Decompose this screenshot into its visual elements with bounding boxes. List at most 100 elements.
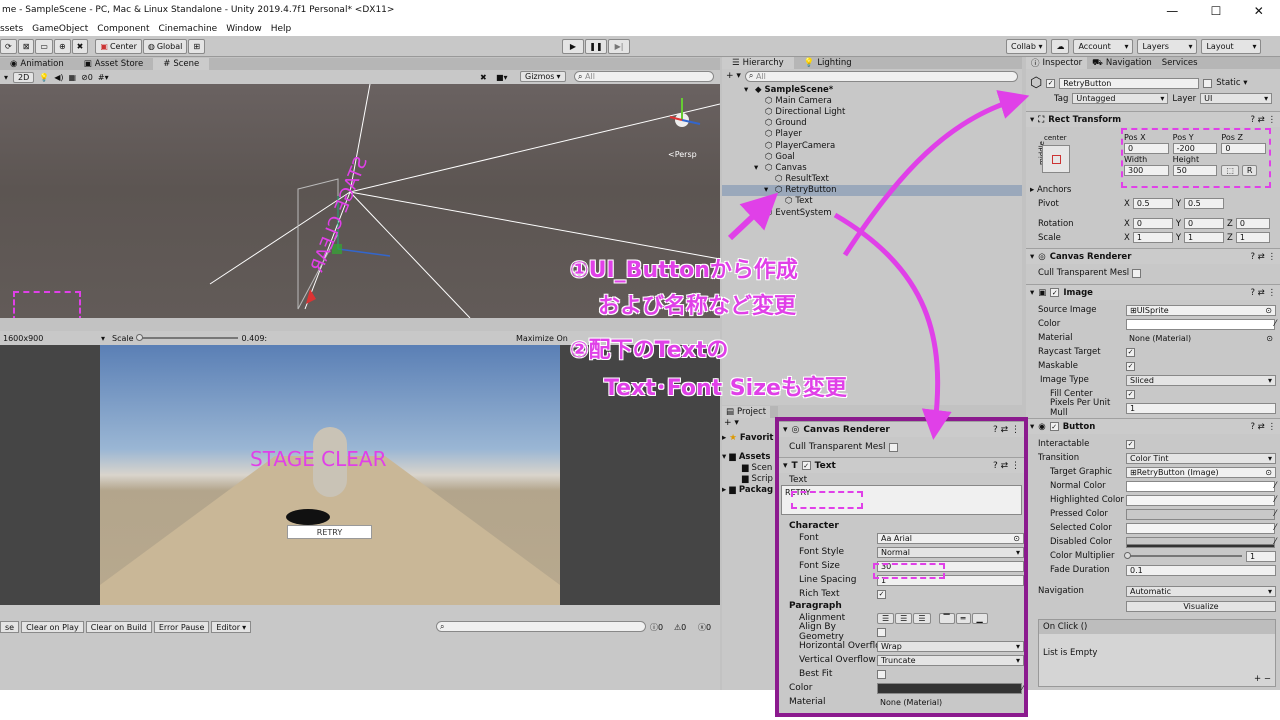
- component-menu-icon[interactable]: ? ⇄ ⋮: [993, 461, 1024, 471]
- best-fit-checkbox[interactable]: [877, 669, 886, 679]
- foldout-arrow-icon[interactable]: ▾: [764, 185, 772, 195]
- project-item-assets[interactable]: ▾ ▆ Assets: [722, 451, 778, 462]
- warning-count[interactable]: ⚠0: [674, 623, 686, 632]
- maximize-on-play-toggle[interactable]: Maximize On: [516, 334, 568, 343]
- hierarchy-item[interactable]: ⬡ PlayerCamera: [722, 140, 1022, 151]
- text-color-field[interactable]: [877, 682, 1023, 694]
- font-style-dropdown[interactable]: Normal ▾: [877, 546, 1024, 558]
- align-middle-icon[interactable]: ═: [955, 612, 971, 624]
- tab-project[interactable]: ▤ Project: [722, 406, 771, 418]
- transform-tool-icon[interactable]: ⊕: [53, 39, 71, 54]
- light-icon[interactable]: 💡: [39, 73, 49, 82]
- step-icon[interactable]: ▶|: [608, 39, 630, 54]
- static-checkbox[interactable]: [1203, 78, 1213, 88]
- eyedropper-icon[interactable]: ⁄: [1022, 683, 1024, 693]
- project-item-scenes[interactable]: ▆ Scen: [722, 462, 778, 473]
- hierarchy-item[interactable]: ⬡ EventSystem: [722, 207, 1022, 218]
- eyedropper-icon[interactable]: ⁄: [1275, 495, 1276, 505]
- menu-window[interactable]: Window: [226, 24, 262, 34]
- fill-center-checkbox[interactable]: ✓: [1126, 389, 1135, 399]
- persp-label[interactable]: <Persp: [668, 150, 697, 159]
- 2d-toggle[interactable]: 2D: [13, 71, 35, 83]
- resolution-dropdown[interactable]: 1600x900 ▾: [0, 332, 108, 344]
- ppu-field[interactable]: 1: [1126, 402, 1276, 414]
- audio-icon[interactable]: ◀): [54, 73, 63, 82]
- pivot-x-field[interactable]: 0.5: [1132, 198, 1173, 209]
- hierarchy-item[interactable]: ⬡ Directional Light: [722, 106, 1022, 117]
- align-bottom-icon[interactable]: ▁: [971, 612, 988, 624]
- info-count[interactable]: ⓘ0: [650, 622, 663, 633]
- scene-search-input[interactable]: ⌕ All: [574, 71, 714, 82]
- clear-on-play-toggle[interactable]: Clear on Play: [21, 621, 84, 633]
- hierarchy-item[interactable]: ⬡ Ground: [722, 118, 1022, 129]
- tab-scene[interactable]: # Scene: [153, 58, 210, 70]
- align-center-icon[interactable]: ☰: [895, 612, 913, 624]
- scale-z-field[interactable]: 1: [1235, 232, 1270, 243]
- button-header[interactable]: ▾ ◉ ✓ Button? ⇄ ⋮: [1026, 418, 1280, 434]
- rect-transform-header[interactable]: ▾ ⛶ Rect Transform? ⇄ ⋮: [1026, 111, 1280, 127]
- align-left-icon[interactable]: ☰: [877, 612, 895, 624]
- hierarchy-item[interactable]: ⬡ Player: [722, 129, 1022, 140]
- project-item-packages[interactable]: ▸ ▆ Packag: [722, 485, 778, 496]
- alignment-buttons[interactable]: ☰ ☰ ☰ ▔ ═ ▁: [877, 612, 988, 624]
- align-geometry-checkbox[interactable]: [877, 627, 886, 637]
- callout-text-header[interactable]: ▾ T ✓ Text? ⇄ ⋮: [779, 457, 1024, 473]
- component-menu-icon[interactable]: ? ⇄ ⋮: [993, 425, 1024, 435]
- color-multiplier-slider[interactable]: [1124, 552, 1242, 559]
- static-dropdown[interactable]: Static ▾: [1216, 78, 1247, 88]
- highlighted-color-field[interactable]: [1126, 494, 1275, 506]
- error-count[interactable]: ⓧ0: [698, 622, 711, 633]
- button-enabled-checkbox[interactable]: ✓: [1049, 422, 1059, 431]
- foldout-arrow-icon[interactable]: ▾: [744, 85, 752, 95]
- tag-dropdown[interactable]: Untagged ▾: [1072, 93, 1169, 104]
- callout-canvas-renderer-header[interactable]: ▾ ◎ Canvas Renderer? ⇄ ⋮: [779, 421, 1024, 437]
- component-menu-icon[interactable]: ? ⇄ ⋮: [1250, 252, 1280, 262]
- visualize-button[interactable]: Visualize: [1126, 600, 1276, 612]
- menu-gameobject[interactable]: GameObject: [32, 24, 88, 34]
- eyedropper-icon[interactable]: ⁄: [1275, 523, 1276, 533]
- text-enabled-checkbox[interactable]: ✓: [801, 461, 811, 470]
- anchor-preset-icon[interactable]: [1042, 145, 1070, 173]
- menu-component[interactable]: Component: [97, 24, 149, 34]
- image-enabled-checkbox[interactable]: ✓: [1050, 288, 1060, 297]
- horizontal-overflow-dropdown[interactable]: Wrap ▾: [877, 640, 1024, 652]
- color-field[interactable]: [1126, 318, 1275, 330]
- component-menu-icon[interactable]: ? ⇄ ⋮: [1250, 288, 1280, 298]
- text-material-field[interactable]: None (Material): [877, 696, 1024, 708]
- rotation-x-field[interactable]: 0: [1132, 218, 1173, 229]
- tab-animation[interactable]: ◉ Animation: [0, 58, 74, 70]
- minimize-button[interactable]: —: [1166, 4, 1178, 18]
- font-field[interactable]: Aa Arial ⊙: [877, 532, 1024, 544]
- rotate-tool-icon[interactable]: ⟳: [0, 39, 17, 54]
- account-dropdown[interactable]: Account ▾: [1073, 39, 1134, 54]
- image-header[interactable]: ▾ ▣ ✓ Image? ⇄ ⋮: [1026, 284, 1280, 300]
- material-field[interactable]: None (Material) ⊙: [1126, 332, 1276, 344]
- active-checkbox[interactable]: ✓: [1046, 78, 1056, 88]
- scale-tool-icon[interactable]: ⊠: [17, 39, 35, 54]
- hierarchy-search-input[interactable]: ⌕ All: [744, 70, 1018, 82]
- error-pause-toggle[interactable]: Error Pause: [153, 621, 210, 633]
- cull-checkbox[interactable]: [1132, 268, 1142, 278]
- selected-color-field[interactable]: [1126, 522, 1275, 534]
- image-type-dropdown[interactable]: Sliced ▾: [1126, 374, 1276, 386]
- clear-button[interactable]: se: [0, 621, 20, 633]
- grid-icon[interactable]: #▾: [98, 73, 109, 82]
- shading-dropdown[interactable]: ▾: [4, 73, 8, 82]
- rich-text-checkbox[interactable]: ✓: [877, 589, 886, 599]
- clear-on-build-toggle[interactable]: Clear on Build: [85, 621, 152, 633]
- name-field[interactable]: RetryButton: [1059, 77, 1200, 89]
- snap-icon[interactable]: ⊞: [188, 39, 206, 54]
- component-menu-icon[interactable]: ? ⇄ ⋮: [1250, 115, 1280, 125]
- layer-dropdown[interactable]: UI ▾: [1200, 93, 1273, 104]
- navigation-dropdown[interactable]: Automatic ▾: [1126, 585, 1276, 597]
- hierarchy-item[interactable]: ▾ ◆ SampleScene*: [722, 84, 1022, 95]
- hierarchy-item[interactable]: ▾ ⬡ RetryButton: [722, 184, 1022, 196]
- scale-y-field[interactable]: 1: [1184, 232, 1225, 243]
- editor-dropdown[interactable]: Editor ▾: [211, 621, 252, 633]
- canvas-renderer-header[interactable]: ▾ ◎ Canvas Renderer? ⇄ ⋮: [1026, 248, 1280, 264]
- tab-lighting[interactable]: 💡 Lighting: [794, 57, 862, 69]
- tab-asset-store[interactable]: ▣ Asset Store: [74, 58, 153, 70]
- gizmos-dropdown[interactable]: Gizmos ▾: [520, 71, 566, 82]
- callout-cull-checkbox[interactable]: [888, 442, 898, 452]
- close-button[interactable]: ✕: [1254, 4, 1264, 18]
